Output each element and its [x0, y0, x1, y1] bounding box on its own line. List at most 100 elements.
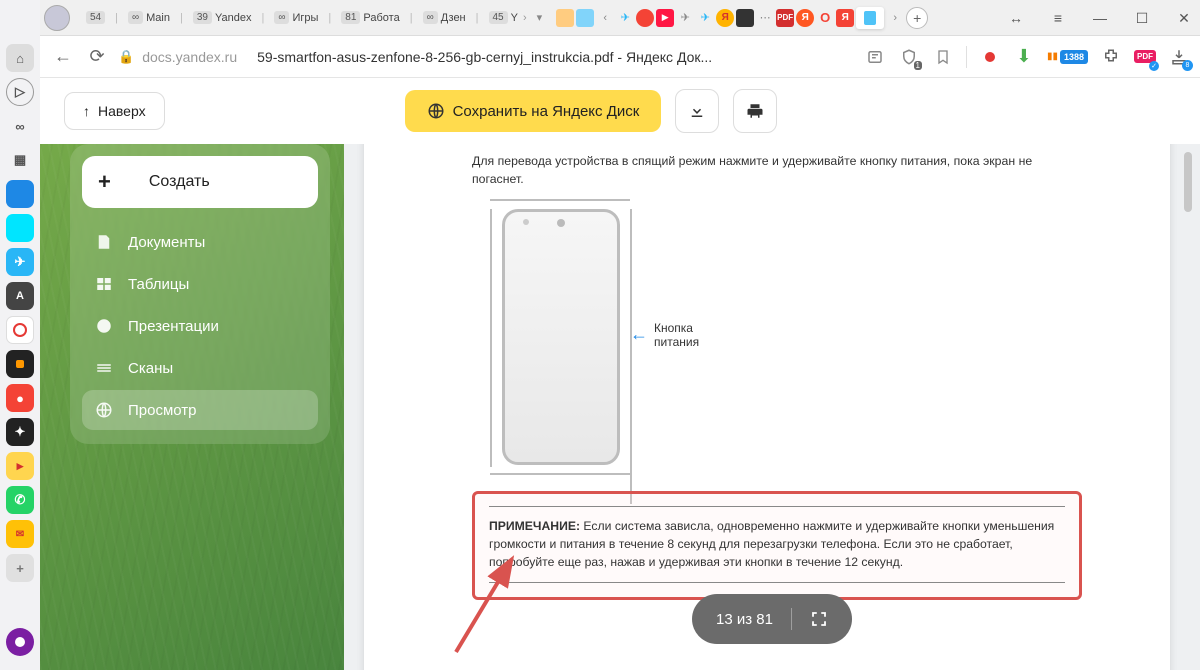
ext-icon[interactable]: ✈: [676, 9, 694, 27]
dock-assistant-icon[interactable]: [6, 628, 34, 656]
tab-item-active[interactable]: [856, 7, 884, 29]
document-viewer[interactable]: Для перевода устройства в спящий режим н…: [344, 144, 1200, 670]
dock-pin-icon[interactable]: ●: [6, 384, 34, 412]
up-button-label: Наверх: [98, 103, 146, 119]
dock-grid-icon[interactable]: ▦: [6, 146, 34, 174]
up-button[interactable]: ↑ Наверх: [64, 92, 165, 130]
ext-icon[interactable]: ⋯: [756, 9, 774, 27]
browser-toolbar: ← ⟳ 🔒 docs.yandex.ru 59-smartfon-asus-ze…: [40, 36, 1200, 78]
scrollbar-thumb[interactable]: [1184, 152, 1192, 212]
dock-app-icon[interactable]: [6, 180, 34, 208]
sidebar: + Создать Документы Таблицы: [40, 144, 344, 670]
arrow-left-icon: ←: [630, 324, 648, 345]
doc-paragraph: Для перевода устройства в спящий режим н…: [472, 152, 1082, 189]
record-icon[interactable]: [979, 46, 1001, 68]
dock-app-icon[interactable]: ✦: [6, 418, 34, 446]
window-controls: ↔ ≡ — ☐ ✕: [1004, 0, 1196, 36]
sidebar-item-label: Просмотр: [128, 402, 197, 419]
dock-whatsapp-icon[interactable]: ✆: [6, 486, 34, 514]
ext-icon[interactable]: ✈: [616, 9, 634, 27]
yandex-icon[interactable]: Я: [716, 9, 734, 27]
chevron-right-icon[interactable]: ›: [886, 9, 904, 27]
reader-icon[interactable]: [864, 46, 886, 68]
history-icon[interactable]: ↔: [1004, 6, 1028, 30]
table-icon: [94, 274, 114, 294]
ext-icon[interactable]: [576, 9, 594, 27]
window-titlebar: 54 | ∞Main | 39Yandex | ∞Игры | 81Работа…: [0, 0, 1200, 36]
scan-icon: [94, 358, 114, 378]
sidebar-item-tables[interactable]: Таблицы: [82, 264, 318, 304]
maximize-button[interactable]: ☐: [1130, 6, 1154, 30]
sidebar-item-view[interactable]: Просмотр: [82, 390, 318, 430]
address-bar[interactable]: 🔒 docs.yandex.ru: [118, 49, 237, 65]
content-area: ↑ Наверх Сохранить на Яндекс Диск + Созд…: [40, 78, 1200, 670]
dock-mail-icon[interactable]: ✉: [6, 520, 34, 548]
minimize-button[interactable]: —: [1088, 6, 1112, 30]
tab-item[interactable]: 54: [80, 9, 111, 26]
menu-icon[interactable]: ≡: [1046, 6, 1070, 30]
dock-letter-icon[interactable]: А: [6, 282, 34, 310]
ext-icon[interactable]: [736, 9, 754, 27]
ext-icon[interactable]: [636, 9, 654, 27]
sidebar-item-label: Документы: [128, 234, 205, 251]
page-indicator: 13 из 81: [692, 594, 852, 644]
phone-figure: ← Кнопка питания: [498, 203, 818, 473]
page-counter: 13 из 81: [716, 611, 773, 628]
note-callout: ПРИМЕЧАНИЕ: Если система зависла, одновр…: [472, 491, 1082, 600]
document-action-bar: ↑ Наверх Сохранить на Яндекс Диск: [40, 78, 1200, 144]
extensions-icon[interactable]: [1100, 46, 1122, 68]
opera-icon[interactable]: O: [816, 9, 834, 27]
fullscreen-button[interactable]: [810, 610, 828, 628]
sidebar-item-scans[interactable]: Сканы: [82, 348, 318, 388]
downloads-tray-icon[interactable]: 8: [1168, 46, 1190, 68]
yandex-icon[interactable]: Я: [796, 9, 814, 27]
tab-item[interactable]: 39Yandex: [187, 9, 258, 26]
tab-item[interactable]: 45Y›: [483, 9, 533, 26]
dock-home-icon[interactable]: ⌂: [6, 44, 34, 72]
disk-icon: [427, 102, 445, 120]
save-to-disk-button[interactable]: Сохранить на Яндекс Диск: [405, 90, 662, 132]
pdf-tool-icon[interactable]: PDF ✓: [1134, 46, 1156, 68]
counter-badge[interactable]: ▮▮ 1388: [1047, 46, 1088, 68]
dock-app-icon[interactable]: [6, 350, 34, 378]
close-button[interactable]: ✕: [1172, 6, 1196, 30]
sidebar-panel: + Создать Документы Таблицы: [70, 144, 330, 444]
youtube-icon[interactable]: ▶: [656, 9, 674, 27]
dock-app-icon[interactable]: [6, 316, 34, 344]
sidebar-item-presentations[interactable]: Презентации: [82, 306, 318, 346]
download-icon[interactable]: ⬇: [1013, 46, 1035, 68]
ext-icon[interactable]: ✈: [696, 9, 714, 27]
yandex-icon[interactable]: Я: [836, 9, 854, 27]
dock-infinity-icon[interactable]: ∞: [6, 112, 34, 140]
sidebar-item-documents[interactable]: Документы: [82, 222, 318, 262]
tab-item[interactable]: ∞Игры: [268, 9, 324, 26]
dock-telegram-icon[interactable]: ✈: [6, 248, 34, 276]
back-button[interactable]: ←: [50, 44, 76, 70]
dock-play-icon[interactable]: ▷: [6, 78, 34, 106]
sidebar-item-label: Сканы: [128, 360, 173, 377]
tab-item[interactable]: ∞Дзен: [417, 9, 472, 26]
phone-illustration: [502, 209, 620, 465]
tab-item[interactable]: ∞Main: [122, 9, 176, 26]
new-tab-button[interactable]: +: [906, 7, 928, 29]
bookmark-icon[interactable]: [932, 46, 954, 68]
profile-avatar[interactable]: [44, 5, 70, 31]
pdf-icon[interactable]: PDF: [776, 9, 794, 27]
dock-music-icon[interactable]: ▸: [6, 452, 34, 480]
page-title: 59-smartfon-asus-zenfone-8-256-gb-cernyj…: [257, 49, 856, 65]
dock-app-icon[interactable]: [6, 214, 34, 242]
ext-icon[interactable]: [556, 9, 574, 27]
url-host: docs.yandex.ru: [142, 49, 237, 65]
tab-item[interactable]: 81Работа: [335, 9, 405, 26]
create-button[interactable]: + Создать: [82, 156, 318, 208]
dock-add-icon[interactable]: +: [6, 554, 34, 582]
reload-button[interactable]: ⟳: [84, 44, 110, 70]
print-button[interactable]: [733, 89, 777, 133]
arrow-up-icon: ↑: [83, 103, 90, 119]
plus-icon: +: [98, 169, 111, 195]
shield-icon[interactable]: 1: [898, 46, 920, 68]
download-button[interactable]: [675, 89, 719, 133]
chevron-left-icon[interactable]: ‹: [596, 9, 614, 27]
left-dock: ⌂ ▷ ∞ ▦ ✈ А ● ✦ ▸ ✆ ✉ +: [0, 0, 40, 670]
globe-icon: [94, 400, 114, 420]
